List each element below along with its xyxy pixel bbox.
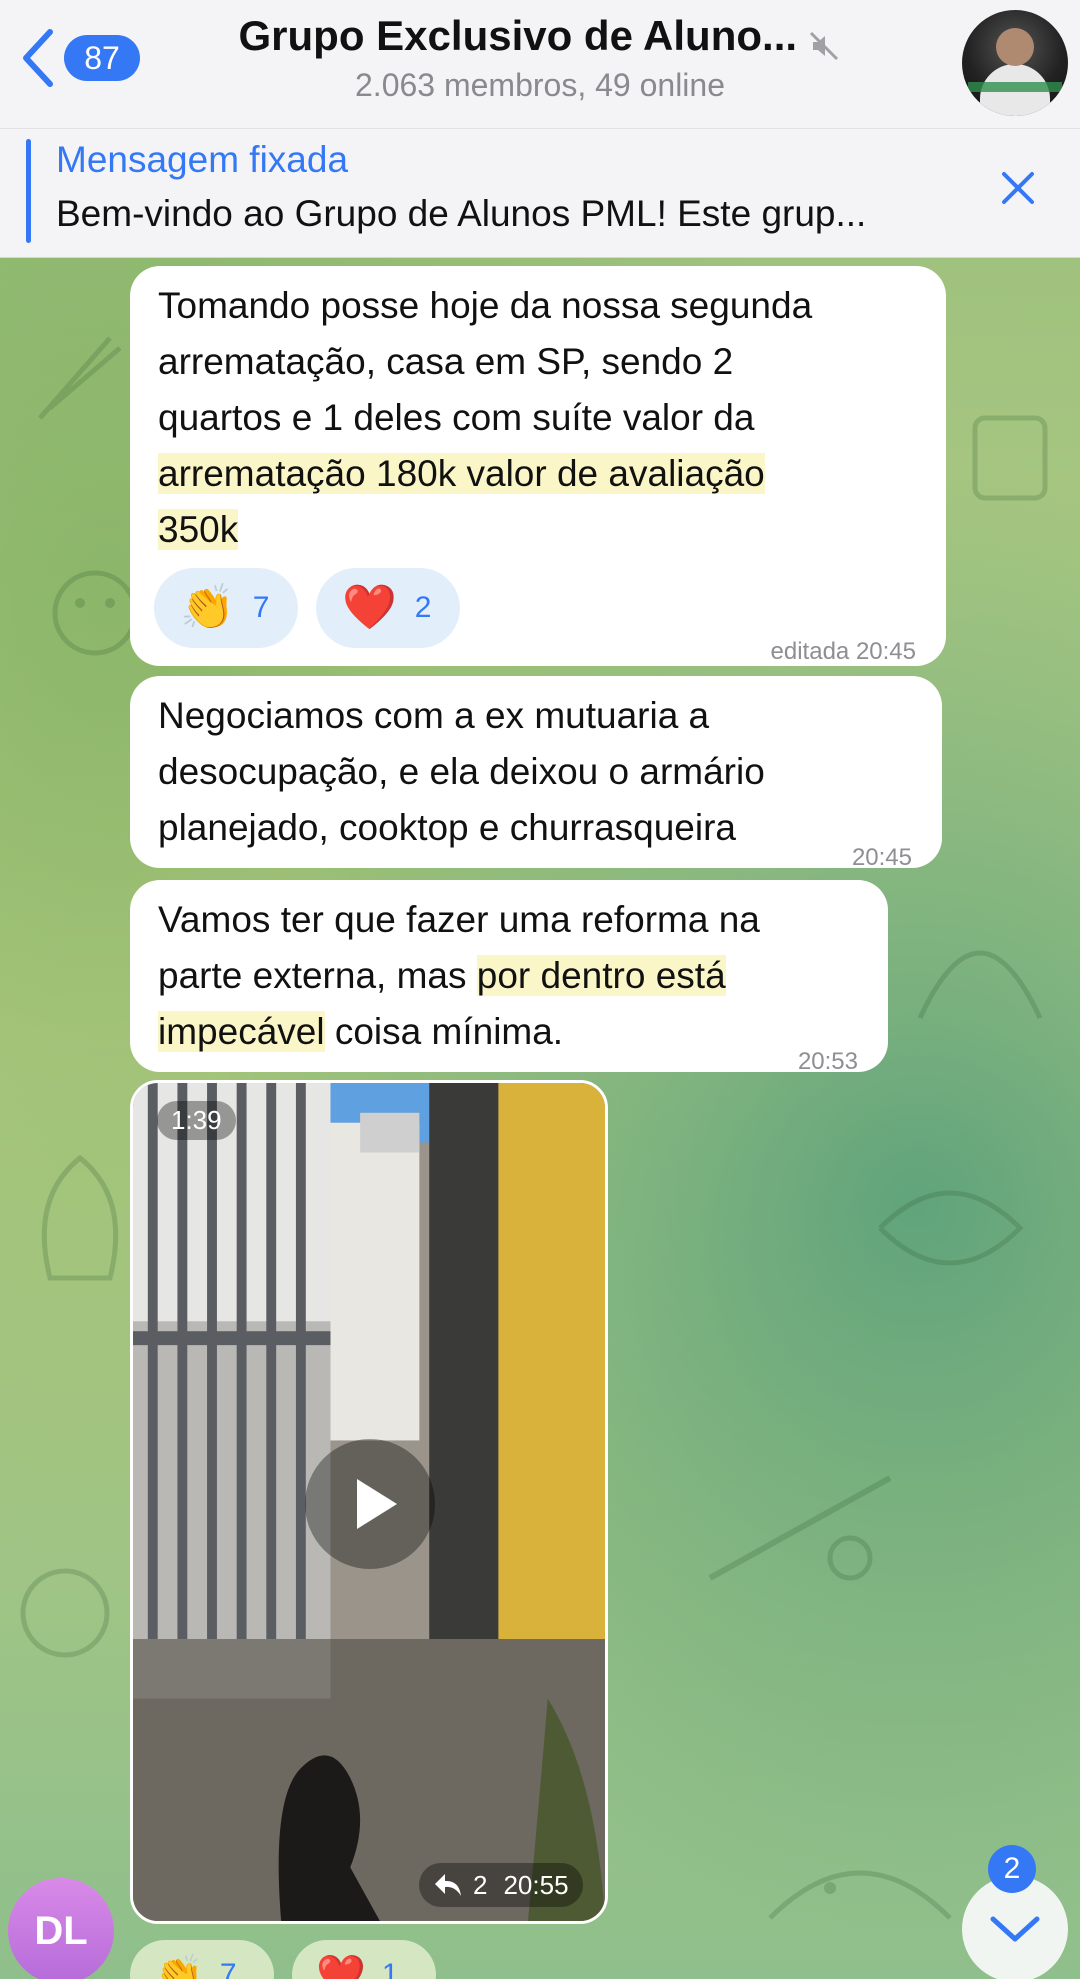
video-message[interactable]: 1:39 2 20:55 (130, 1080, 608, 1924)
highlighted-text: por dentro está (476, 955, 726, 996)
message-time: 20:53 (797, 1048, 858, 1075)
chat-title: Grupo Exclusivo de Aluno... (238, 12, 798, 59)
message-bubble[interactable]: Negociamos com a ex mutuaria a desocupaç… (130, 676, 942, 871)
message-line: Tomando posse hoje da nossa segunda (158, 285, 813, 326)
clap-emoji-icon: 👏 (180, 583, 235, 632)
video-meta: 2 20:55 (419, 1863, 583, 1907)
chat-header: 87 Grupo Exclusivo de Aluno... 2.063 mem… (0, 0, 1080, 128)
sender-avatar[interactable]: DL (8, 1878, 114, 1979)
plain-text: coisa mínima. (324, 1011, 564, 1052)
reaction-count: 7 (219, 1958, 237, 1979)
pinned-text: Bem-vindo ao Grupo de Alunos PML! Este g… (56, 193, 867, 234)
reaction-count: 7 (252, 591, 270, 624)
pinned-indicator (26, 139, 31, 243)
message-text: Vamos ter que fazer uma reforma na parte… (158, 892, 760, 1060)
doodle-icon (41, 1154, 119, 1281)
message-line: Vamos ter que fazer uma reforma na (158, 899, 760, 940)
reaction-count: 2 (414, 591, 432, 624)
reply-icon (435, 1874, 461, 1896)
message-bubble[interactable]: Vamos ter que fazer uma reforma na parte… (130, 880, 888, 1075)
clap-emoji-icon: 👏 (154, 1953, 204, 1979)
reaction-clap[interactable]: 👏 7 (130, 1940, 274, 1979)
reaction-heart[interactable]: ❤️ 2 (316, 568, 460, 648)
highlighted-text: arrematação 180k valor de avaliação (158, 453, 765, 494)
back-button[interactable]: 87 (18, 26, 148, 90)
message-text: Tomando posse hoje da nossa segunda arre… (158, 278, 812, 558)
reaction-heart[interactable]: ❤️ 1 (292, 1940, 436, 1979)
message-line: quartos e 1 deles com suíte valor da (158, 397, 755, 438)
doodle-icon (972, 415, 1048, 501)
doodle-icon (708, 1475, 892, 1581)
message-line: planejado, cooktop e churrasqueira (158, 807, 736, 848)
message-line: arrematação, casa em SP, sendo 2 (158, 341, 734, 382)
reply-count: 2 (473, 1869, 488, 1900)
doodle-icon (878, 1190, 1024, 1266)
chevron-down-icon (990, 1916, 1040, 1942)
heart-emoji-icon: ❤️ (342, 583, 397, 632)
message-bubble[interactable]: Tomando posse hoje da nossa segunda arre… (130, 266, 946, 666)
message-text: Negociamos com a ex mutuaria a desocupaç… (158, 688, 765, 856)
reaction-clap[interactable]: 👏 7 (154, 568, 298, 648)
message-line: Negociamos com a ex mutuaria a (158, 695, 710, 736)
message-line: impecável coisa mínima. (158, 1004, 760, 1060)
message-time: editada 20:45 (770, 638, 916, 665)
message-line: parte externa, mas por dentro está (158, 948, 760, 1004)
doodle-icon (917, 950, 1043, 1020)
pinned-message-bar[interactable]: Mensagem fixada Bem-vindo ao Grupo de Al… (0, 128, 1080, 258)
message-line: desocupação, e ela deixou o armário (158, 751, 765, 792)
chat-subtitle: 2.063 membros, 49 online (355, 66, 725, 103)
reaction-count: 1 (381, 1958, 399, 1979)
unread-mentions-badge: 2 (988, 1845, 1036, 1893)
heart-emoji-icon: ❤️ (316, 1953, 366, 1979)
pinned-label: Mensagem fixada (56, 139, 349, 180)
video-duration: 1:39 (157, 1101, 236, 1140)
message-time: 20:55 (503, 1869, 569, 1900)
close-icon[interactable] (996, 166, 1040, 210)
doodle-icon (20, 1568, 110, 1658)
highlighted-text: 350k (158, 509, 239, 550)
mute-icon (810, 31, 839, 60)
plain-text: parte externa, mas (158, 955, 477, 996)
chevron-left-icon (23, 29, 53, 87)
play-button[interactable] (305, 1439, 435, 1569)
doodle-icon (768, 1870, 952, 1920)
group-avatar[interactable] (962, 10, 1068, 116)
doodle-icon (38, 336, 122, 420)
play-icon (357, 1479, 397, 1529)
message-time: 20:45 (851, 844, 912, 871)
unread-count-badge: 87 (64, 35, 140, 81)
highlighted-text: impecável (158, 1011, 325, 1052)
chat-title-block[interactable]: Grupo Exclusivo de Aluno... 2.063 membro… (180, 12, 900, 104)
